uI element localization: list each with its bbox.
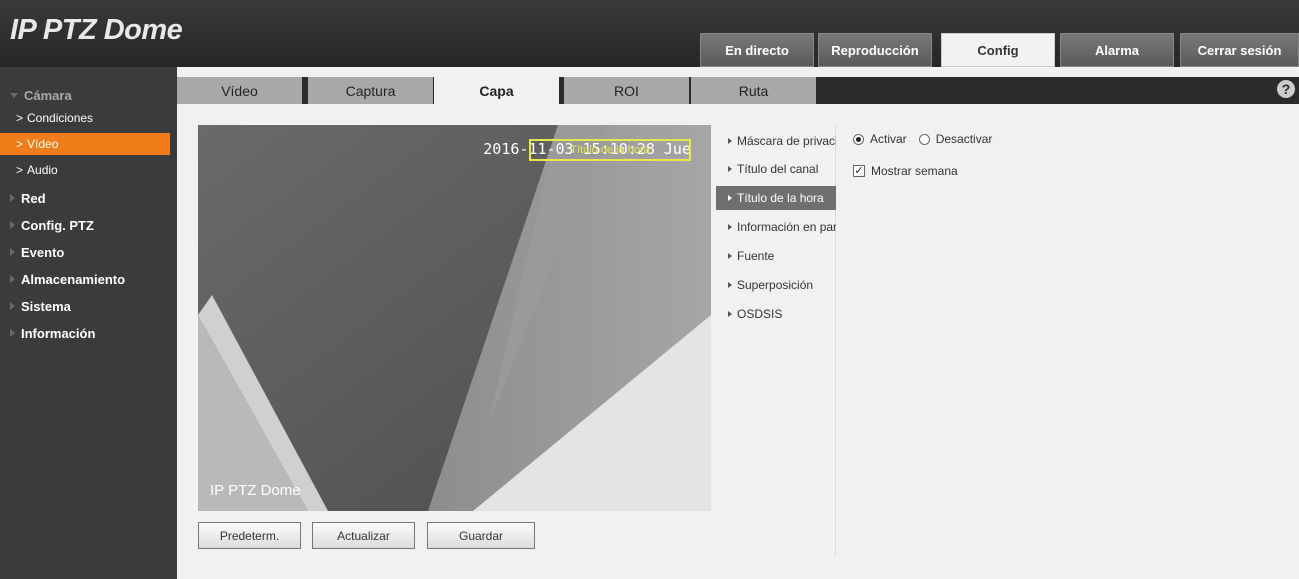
nav-tab-playback[interactable]: Reproducción [818,33,932,67]
collapse-triangle-icon [10,275,15,283]
sidebar-item-storage[interactable]: Almacenamiento [0,268,177,290]
tab-video[interactable]: Vídeo [177,77,302,104]
video-preview: 2016-11-03 15:10:28 Jue Título de la hor… [198,125,711,511]
arrow-right-icon [728,138,732,144]
collapse-triangle-icon [10,248,15,256]
sidebar-subitem-video[interactable]: > Vídeo [0,133,170,155]
help-icon[interactable]: ? [1277,80,1295,98]
refresh-button[interactable]: Actualizar [312,522,415,549]
time-title-options: Activar Desactivar ✓ Mostrar semana [853,129,992,181]
arrow-right-icon [728,224,732,230]
tab-path[interactable]: Ruta [691,77,816,104]
collapse-triangle-icon [10,194,15,202]
disable-radio[interactable] [918,133,930,145]
sidebar-subitem-audio[interactable]: > Audio [0,159,177,181]
osd-menu-item-osdsis[interactable]: OSDSIS [716,302,836,326]
sidebar: Cámara > Condiciones > Vídeo > Audio Red… [0,67,177,579]
default-button[interactable]: Predeterm. [198,522,301,549]
expand-triangle-icon [10,92,18,98]
top-header: IP PTZ Dome En directo Reproducción Conf… [0,0,1299,67]
arrow-right-icon [728,311,732,317]
sidebar-item-event[interactable]: Evento [0,241,177,263]
show-week-checkbox[interactable]: ✓ [853,165,865,177]
sidebar-item-label: Config. PTZ [21,217,94,233]
sidebar-subitem-conditions[interactable]: > Condiciones [0,107,177,129]
sidebar-item-network[interactable]: Red [0,187,177,209]
osd-menu-label: Fuente [737,249,775,263]
osd-menu-label: Título del canal [737,162,819,176]
collapse-triangle-icon [10,302,15,310]
sidebar-item-label: Información [21,325,96,341]
app-logo-title: IP PTZ Dome [10,14,183,46]
enable-radio[interactable] [853,133,864,145]
show-week-label: Mostrar semana [871,164,958,178]
main-panel: Vídeo Captura Capa ROI Ruta ? 2016-11-03… [177,67,1299,579]
sidebar-item-label: Cámara [24,87,72,103]
arrow-right-icon [728,253,732,259]
nav-tab-live[interactable]: En directo [700,33,814,67]
sidebar-item-label: Almacenamiento [21,271,126,287]
collapse-triangle-icon [10,221,15,229]
osd-menu-item-font[interactable]: Fuente [716,244,836,268]
osd-menu-label: OSDSIS [737,307,783,321]
osd-menu-label: Título de la hora [737,191,824,205]
sidebar-subitem-label: Vídeo [27,137,59,151]
osd-menu-item-time-title[interactable]: Título de la hora [716,186,836,210]
sidebar-subitem-label: Condiciones [27,111,94,125]
disable-label: Desactivar [935,132,993,146]
tab-overlay[interactable]: Capa [434,77,559,104]
subtabs-bar: Vídeo Captura Capa ROI Ruta [177,77,1299,104]
nav-tab-config[interactable]: Config [941,33,1055,67]
tab-capture[interactable]: Captura [308,77,433,104]
osd-menu-label: Máscara de privacidad [737,134,836,148]
osd-menu-label: Información en pantalla [737,220,836,234]
save-button[interactable]: Guardar [427,522,535,549]
arrow-right-icon [728,166,732,172]
sidebar-subitem-label: Audio [27,163,58,177]
enable-label: Activar [870,132,907,146]
sidebar-item-information[interactable]: Información [0,322,177,344]
sidebar-item-label: Sistema [21,298,71,314]
osd-menu-item-privacy-mask[interactable]: Máscara de privacidad [716,129,836,153]
chevron-right-icon: > [16,137,24,151]
osd-menu-item-overlay[interactable]: Superposición [716,273,836,297]
collapse-triangle-icon [10,329,15,337]
sidebar-item-camera[interactable]: Cámara [0,84,177,106]
nav-tab-logout[interactable]: Cerrar sesión [1180,33,1299,67]
sidebar-item-system[interactable]: Sistema [0,295,177,317]
arrow-right-icon [728,195,732,201]
osd-menu-label: Superposición [737,278,814,292]
camera-scene-image [198,125,711,511]
osd-menu-item-channel-title[interactable]: Título del canal [716,157,836,181]
sidebar-item-label: Evento [21,244,65,260]
osd-menu-item-osd-info[interactable]: Información en pantalla [716,215,836,239]
channel-title-overlay: IP PTZ Dome [210,482,301,499]
time-title-box[interactable]: Título de la hora [529,139,691,161]
chevron-right-icon: > [16,111,24,125]
sidebar-item-label: Red [21,190,46,206]
arrow-right-icon [728,282,732,288]
chevron-right-icon: > [16,163,24,177]
tab-roi[interactable]: ROI [564,77,689,104]
sidebar-item-ptz-config[interactable]: Config. PTZ [0,214,177,236]
nav-tab-alarm[interactable]: Alarma [1060,33,1174,67]
